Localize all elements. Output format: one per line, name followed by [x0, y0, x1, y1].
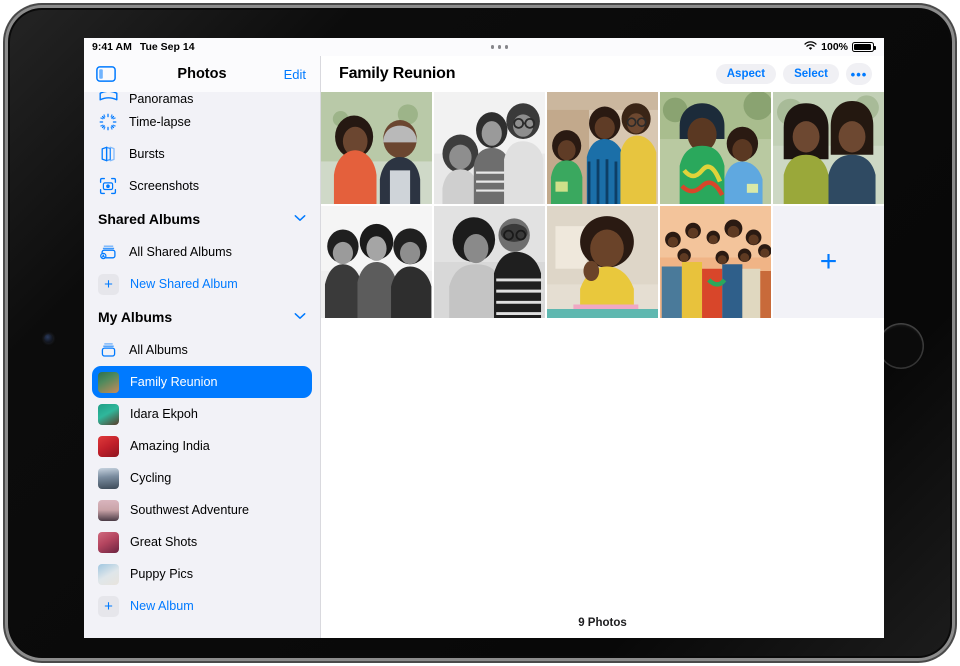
photo-count-label: 9 Photos	[578, 617, 627, 629]
sidebar-item-time-lapse[interactable]: Time-lapse	[92, 106, 312, 138]
chevron-down-icon[interactable]	[294, 311, 306, 323]
sidebar-scroll-area[interactable]: Panoramas Time-lapse Bursts Screenshots …	[84, 92, 320, 638]
battery-percent-label: 100%	[821, 41, 848, 53]
sidebar-item-new-shared-album[interactable]: + New Shared Album	[92, 268, 312, 300]
sidebar-item-label: All Albums	[129, 343, 188, 357]
photo-cell[interactable]: Woman in colorful headwrap holding toddl…	[660, 92, 771, 204]
edit-button[interactable]: Edit	[284, 67, 306, 82]
sidebar-item-idara-ekpoh[interactable]: Idara Ekpoh	[92, 398, 312, 430]
ipad-screen: 9:41 AM Tue Sep 14 100% Photos Edit Pano…	[84, 38, 884, 638]
sidebar-toggle-icon[interactable]	[96, 66, 116, 82]
photo-grid-scroll[interactable]: Young woman and elderly man smiling outd…	[321, 92, 884, 638]
photo-cell[interactable]: Young woman and elderly man smiling outd…	[321, 92, 432, 204]
detail-header: Family Reunion Aspect Select •••	[321, 56, 884, 92]
all-albums-icon	[98, 340, 118, 360]
status-bar: 9:41 AM Tue Sep 14 100%	[84, 38, 884, 56]
sidebar-item-all-shared-albums[interactable]: All Shared Albums	[92, 236, 312, 268]
album-thumbnail	[98, 563, 119, 585]
multitasking-dots-icon[interactable]	[490, 45, 509, 49]
photo-cell[interactable]: Black and white portrait of mother with …	[434, 92, 545, 204]
wifi-icon	[804, 40, 817, 54]
sidebar-item-great-shots[interactable]: Great Shots	[92, 526, 312, 558]
status-bar-left: 9:41 AM Tue Sep 14	[84, 41, 195, 53]
photo-cell[interactable]: Large family group portrait against peac…	[660, 206, 771, 318]
sidebar-item-label: Panoramas	[129, 92, 194, 106]
sidebar: Photos Edit Panoramas Time-lapse Bursts …	[84, 56, 321, 638]
album-thumbnail	[98, 499, 119, 521]
sidebar-section-my-albums[interactable]: My Albums	[92, 300, 312, 334]
section-heading-label: My Albums	[98, 309, 173, 325]
sidebar-item-cycling[interactable]: Cycling	[92, 462, 312, 494]
page-title: Family Reunion	[339, 65, 456, 82]
sidebar-item-label: Screenshots	[129, 179, 200, 193]
photo-grid: Young woman and elderly man smiling outd…	[321, 92, 884, 318]
sidebar-item-amazing-india[interactable]: Amazing India	[92, 430, 312, 462]
sidebar-item-label: Puppy Pics	[130, 567, 193, 581]
photo-cell[interactable]: Girl in yellow resting chin on hand	[547, 206, 658, 318]
sidebar-item-southwest-adventure[interactable]: Southwest Adventure	[92, 494, 312, 526]
home-button[interactable]	[878, 323, 924, 369]
sidebar-item-puppy-pics[interactable]: Puppy Pics	[92, 558, 312, 590]
battery-icon	[852, 42, 877, 52]
select-button[interactable]: Select	[783, 64, 839, 84]
photo-cell[interactable]: Mother with toddler and girl in bright p…	[547, 92, 658, 204]
header-actions: Aspect Select •••	[715, 63, 872, 85]
album-thumbnail	[98, 467, 119, 489]
detail-pane: Family Reunion Aspect Select ••• + 9 Pho…	[321, 56, 884, 638]
photo-cell[interactable]: Black and white elder kissing young man …	[434, 206, 545, 318]
sidebar-item-label: Idara Ekpoh	[130, 407, 198, 421]
sidebar-item-label: Cycling	[130, 471, 172, 485]
sidebar-item-bursts[interactable]: Bursts	[92, 138, 312, 170]
status-bar-center	[195, 45, 805, 49]
sidebar-header: Photos Edit	[84, 56, 320, 92]
photo-cell[interactable]: Two adults smiling, one in olive sweater	[773, 92, 884, 204]
screenshots-icon	[98, 176, 118, 196]
aspect-button[interactable]: Aspect	[715, 64, 777, 84]
sidebar-item-label: Time-lapse	[129, 115, 191, 129]
bursts-icon	[98, 144, 118, 164]
plus-icon: +	[98, 595, 119, 617]
sidebar-item-panoramas[interactable]: Panoramas	[92, 92, 312, 106]
album-thumbnail	[98, 531, 119, 553]
sidebar-item-label: Amazing India	[130, 439, 210, 453]
time-lapse-icon	[98, 112, 118, 132]
plus-icon: +	[98, 273, 119, 295]
album-thumbnail	[98, 371, 119, 393]
sidebar-section-shared-albums[interactable]: Shared Albums	[92, 202, 312, 236]
photo-cell[interactable]: Black and white group of three young peo…	[321, 206, 432, 318]
sidebar-item-new-album[interactable]: + New Album	[92, 590, 312, 622]
status-date: Tue Sep 14	[139, 41, 195, 53]
sidebar-item-label: Southwest Adventure	[130, 503, 250, 517]
sidebar-item-label: Family Reunion	[130, 375, 218, 389]
photo-count-footer: 9 Photos	[321, 608, 884, 638]
album-thumbnail	[98, 435, 119, 457]
sidebar-item-label: All Shared Albums	[129, 245, 232, 259]
all-shared-albums-icon	[98, 242, 118, 262]
sidebar-item-label: Bursts	[129, 147, 165, 161]
section-heading-label: Shared Albums	[98, 211, 201, 227]
sidebar-item-all-albums[interactable]: All Albums	[92, 334, 312, 366]
add-photo-tile[interactable]: +	[773, 206, 884, 318]
album-thumbnail	[98, 403, 119, 425]
ipad-device-frame: 9:41 AM Tue Sep 14 100% Photos Edit Pano…	[8, 8, 952, 658]
sidebar-item-label: New Shared Album	[130, 277, 238, 291]
sidebar-item-screenshots[interactable]: Screenshots	[92, 170, 312, 202]
more-options-button[interactable]: •••	[846, 63, 872, 85]
status-bar-right: 100%	[804, 40, 884, 54]
status-time: 9:41 AM	[92, 41, 132, 53]
sidebar-item-label: New Album	[130, 599, 194, 613]
split-view: Photos Edit Panoramas Time-lapse Bursts …	[84, 56, 884, 638]
panoramas-icon	[98, 92, 118, 106]
chevron-down-icon[interactable]	[294, 213, 306, 225]
sidebar-item-family-reunion[interactable]: Family Reunion	[92, 366, 312, 398]
sidebar-item-label: Great Shots	[130, 535, 198, 549]
front-camera-icon	[44, 334, 53, 343]
